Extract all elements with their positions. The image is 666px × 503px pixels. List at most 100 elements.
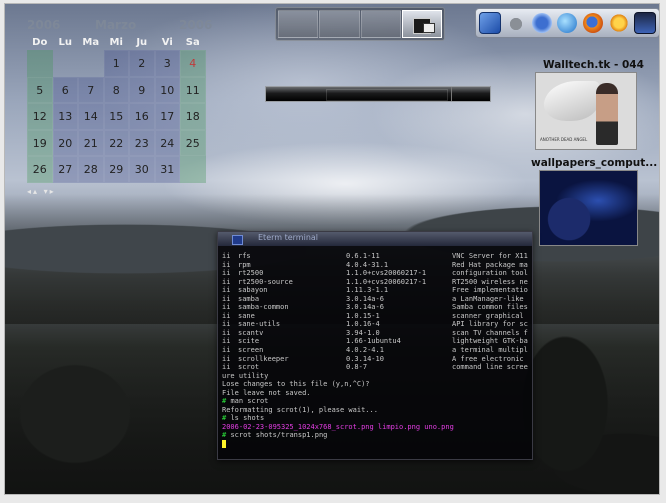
terminal-text: ure utility xyxy=(222,371,269,380)
calendar-weekday: Sa xyxy=(185,37,200,48)
calendar-day[interactable]: 23 xyxy=(129,129,155,156)
monitor-icon[interactable] xyxy=(634,12,657,34)
angel-figure xyxy=(596,83,618,145)
calendar-day[interactable]: 20 xyxy=(52,129,78,156)
calendar-day[interactable]: 24 xyxy=(154,129,180,156)
firefox-icon[interactable] xyxy=(583,13,604,33)
calendar-day[interactable]: 2 xyxy=(129,50,155,77)
terminal-line: # man scrot xyxy=(222,397,532,406)
terminal-text: File leave not saved. xyxy=(222,388,311,397)
calendar-day[interactable]: 14 xyxy=(78,103,104,130)
terminal-line: Lose changes to this file (y,n,^C)? xyxy=(222,380,532,389)
calendar-year-left: 2006 xyxy=(27,18,61,32)
package-status: ii xyxy=(222,277,231,286)
package-row: ii sabayon 1.11.3-1.1 Free implementation xyxy=(222,286,532,295)
package-status: ii xyxy=(222,252,231,260)
calendar-day[interactable]: 6 xyxy=(52,76,78,103)
calendar-day[interactable]: 26 xyxy=(27,156,53,183)
package-version: 0.6.1-11 xyxy=(346,252,380,260)
calendar-day[interactable]: 17 xyxy=(154,103,180,130)
package-desc: scan TV channels fo xyxy=(452,328,528,337)
calendar-day[interactable]: 4 xyxy=(180,50,206,77)
package-desc: Red Hat package man xyxy=(452,260,528,269)
package-status: ii xyxy=(222,320,231,329)
calendar-weekdays: Do Lu Ma Mi Ju Vi Sa xyxy=(27,36,212,50)
package-row: ii scite 1.66-1ubuntu4 lightweight GTK-bas xyxy=(222,337,532,346)
pager-desktop-1[interactable] xyxy=(278,10,319,38)
package-name: scrot xyxy=(238,363,260,372)
calendar-empty-cell xyxy=(180,156,206,183)
package-row: ii rt2500-source 1.1.0+cvs20060217-1 RT2500… xyxy=(222,278,532,287)
terminal-line: 2006-02-23-095325_1024x768_scrot.png lim… xyxy=(222,423,532,432)
calendar-year-right: 2006 xyxy=(179,18,213,32)
calendar-day[interactable]: 21 xyxy=(78,129,104,156)
package-name: rfs xyxy=(238,252,251,260)
mail-at-icon[interactable] xyxy=(531,13,552,33)
package-row: ii scrollkeeper 0.3.14-10 A free electronic… xyxy=(222,355,532,364)
airplane-icon[interactable] xyxy=(506,13,527,33)
calendar-day[interactable]: 16 xyxy=(129,103,155,130)
calendar-empty-cell xyxy=(27,50,53,77)
package-status: ii xyxy=(222,328,231,337)
star-icon[interactable] xyxy=(608,13,629,33)
terminal-icon[interactable] xyxy=(232,235,243,245)
wallpaper-thumb-1[interactable]: ANOTHER DEAD ANGEL xyxy=(535,72,637,150)
package-name: rt2500 xyxy=(238,269,264,278)
pager-window-thumb xyxy=(422,23,435,33)
package-name: scantv xyxy=(238,328,264,337)
calendar-day[interactable]: 22 xyxy=(103,129,129,156)
wallpaper-thumb-2[interactable] xyxy=(539,170,638,246)
calendar-day[interactable]: 5 xyxy=(27,76,53,103)
calendar-day[interactable]: 29 xyxy=(103,156,129,183)
package-row: ii samba-common 3.0.14a-6 Samba common file… xyxy=(222,303,532,312)
calendar-day[interactable]: 13 xyxy=(52,103,78,130)
terminal-line: ure utility xyxy=(222,372,532,381)
terminal-line: Reformatting scrot(1), please wait... xyxy=(222,406,532,415)
pager-desktop-3[interactable] xyxy=(360,10,401,38)
package-row: ii scantv 3.94-1.0 scan TV channels fo xyxy=(222,329,532,338)
package-status: ii xyxy=(222,363,231,372)
package-version: 3.94-1.0 xyxy=(346,328,380,337)
package-version: 0.3.14-10 xyxy=(346,354,384,363)
package-desc: configuration tool xyxy=(452,269,528,278)
calendar-day[interactable]: 10 xyxy=(154,76,180,103)
package-version: 4.0.2-4.1 xyxy=(346,346,384,355)
calendar-day[interactable]: 27 xyxy=(52,156,78,183)
package-status: ii xyxy=(222,303,231,312)
desktop-frame: 2006 Marzo 2006 Do Lu Ma Mi Ju Vi Sa 123456789… xyxy=(5,4,659,494)
calendar-day[interactable]: 15 xyxy=(103,103,129,130)
panel-bar-divider xyxy=(451,87,452,101)
calendar-day[interactable]: 12 xyxy=(27,103,53,130)
calendar-month: Marzo xyxy=(95,18,137,32)
globe-icon[interactable] xyxy=(557,13,578,33)
package-version: 4.0.4-31.1 xyxy=(346,260,389,269)
terminal-titlebar[interactable]: Eterm terminal xyxy=(218,232,532,246)
pager-desktop-2[interactable] xyxy=(319,10,360,38)
package-name: scrollkeeper xyxy=(238,354,289,363)
calendar-day[interactable]: 25 xyxy=(180,129,206,156)
package-version: 1.1.0+cvs20060217-1 xyxy=(346,269,427,278)
pager-desktop-4[interactable] xyxy=(401,10,442,38)
terminal-window[interactable]: Eterm terminal ii rfs 0.6.1-11 VNC Server f… xyxy=(217,231,533,460)
calendar-day[interactable]: 28 xyxy=(78,156,104,183)
calendar-day[interactable]: 18 xyxy=(180,103,206,130)
terminal-text: Lose changes to this file (y,n,^C)? xyxy=(222,380,370,389)
terminal-icon[interactable] xyxy=(478,12,501,34)
terminal-text: man scrot xyxy=(230,397,269,406)
calendar-day[interactable]: 31 xyxy=(154,156,180,183)
package-desc: scanner graphical f xyxy=(452,311,528,320)
calendar-day[interactable]: 3 xyxy=(154,50,180,77)
calendar-day[interactable]: 19 xyxy=(27,129,53,156)
terminal-line: File leave not saved. xyxy=(222,389,532,398)
launcher-dock xyxy=(475,8,659,38)
calendar-nav-arrows[interactable]: ◂▴ ▾▸ xyxy=(27,187,212,196)
calendar-day[interactable]: 11 xyxy=(180,76,206,103)
terminal-cursor-line xyxy=(222,440,532,449)
calendar-day[interactable]: 7 xyxy=(78,76,104,103)
calendar-day[interactable]: 30 xyxy=(129,156,155,183)
calendar-day[interactable]: 9 xyxy=(129,76,155,103)
calendar-day[interactable]: 1 xyxy=(103,50,129,77)
terminal-output[interactable]: ii rfs 0.6.1-11 VNC Server for X11 ii rpm 4.0.… xyxy=(218,246,532,449)
calendar-day[interactable]: 8 xyxy=(103,76,129,103)
calendar-weekday: Vi xyxy=(161,37,173,48)
